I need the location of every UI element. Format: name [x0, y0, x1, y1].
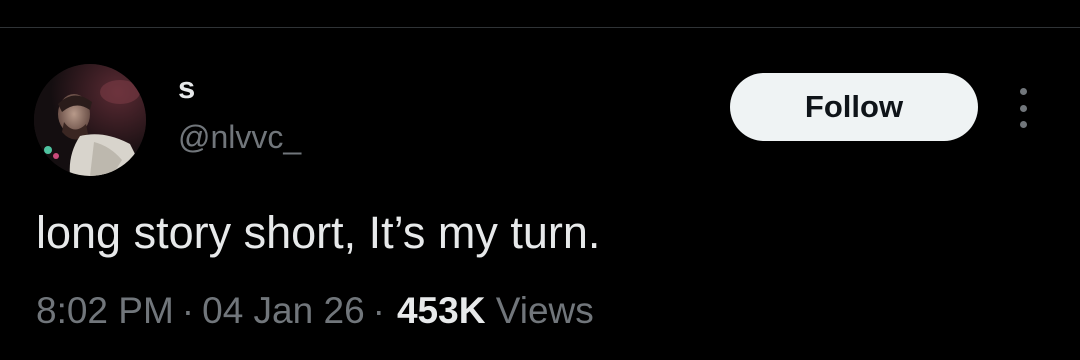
tweet-time[interactable]: 8:02 PM: [36, 290, 174, 331]
meta-separator: ·: [372, 290, 385, 331]
top-divider: [0, 27, 1080, 28]
meta-separator: ·: [181, 290, 195, 331]
views-count[interactable]: 453K: [397, 290, 485, 331]
follow-button[interactable]: Follow: [730, 73, 978, 141]
more-dot: [1019, 88, 1027, 95]
tweet-date[interactable]: 04 Jan 26: [202, 290, 365, 331]
views-label: Views: [495, 290, 594, 331]
user-handle[interactable]: @nlvvc_: [178, 118, 301, 156]
more-dot: [1019, 104, 1027, 112]
tweet-view: s @nlvvc_ Follow long story short, It’s …: [0, 0, 1080, 360]
tweet-meta: 8:02 PM · 04 Jan 26 · 453K Views: [36, 288, 594, 334]
more-options-icon[interactable]: [1010, 88, 1036, 128]
more-dot: [1019, 121, 1027, 128]
tweet-text: long story short, It’s my turn.: [36, 207, 601, 258]
profile-photo-icon: [34, 64, 146, 176]
display-name[interactable]: s: [178, 70, 195, 106]
avatar[interactable]: [34, 64, 146, 176]
